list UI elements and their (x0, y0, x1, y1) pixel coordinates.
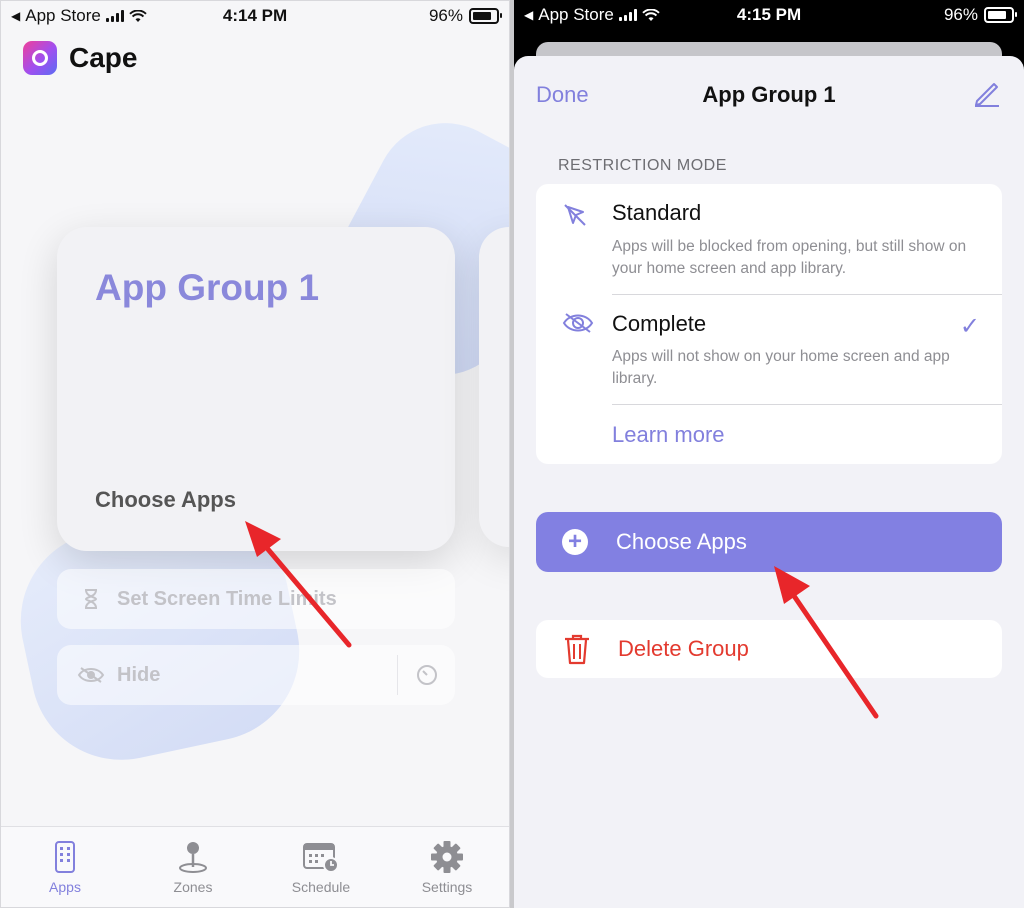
battery-percent: 96% (943, 5, 978, 24)
location-pin-icon (143, 835, 243, 879)
status-bar: ◀ App Store 4:14 PM 96% (1, 1, 509, 31)
learn-more-link[interactable]: Learn more (612, 422, 725, 448)
delete-group-label: Delete Group (618, 636, 749, 661)
tab-schedule-label: Schedule (291, 879, 351, 895)
tab-settings-label: Settings (421, 879, 473, 895)
cursor-slash-icon (562, 202, 588, 233)
card-title: App Group 1 (95, 267, 320, 308)
timer-icon[interactable] (415, 663, 439, 693)
sheet-title: App Group 1 (702, 82, 836, 107)
choose-apps-label: Choose Apps (616, 529, 747, 554)
next-group-card[interactable] (479, 227, 509, 547)
tab-apps[interactable]: Apps (15, 835, 115, 895)
set-screen-time-label: Set Screen Time Limits (117, 587, 337, 610)
choose-apps-link[interactable]: Choose Apps (95, 487, 236, 513)
mode-standard-description: Apps will be blocked from opening, but s… (612, 238, 967, 277)
status-right: 96% (428, 6, 502, 26)
mode-complete-title: Complete (612, 311, 707, 336)
phone-icon (15, 835, 115, 879)
cape-logo-icon (23, 41, 57, 75)
app-header: Cape (23, 41, 137, 75)
checkmark-icon: ✓ (959, 313, 980, 340)
battery-percent: 96% (428, 6, 463, 25)
mode-complete-row[interactable]: Complete Apps will not show on your home… (536, 295, 1002, 403)
battery-icon (984, 7, 1017, 23)
trash-icon (562, 633, 592, 665)
eye-slash-icon (562, 311, 594, 340)
tab-zones[interactable]: Zones (143, 835, 243, 895)
edit-pencil-icon[interactable] (972, 78, 1002, 113)
mode-standard-title: Standard (612, 200, 702, 225)
gear-icon (397, 835, 497, 879)
right-screen: ◀ App Store 4:15 PM 96% Done App Group 1… (514, 0, 1024, 908)
eye-slash-icon (73, 666, 109, 684)
tab-bar: Apps Zones Schedule Settings (1, 826, 509, 907)
separator (612, 404, 1002, 405)
status-right: 96% (943, 5, 1017, 25)
mode-complete-description: Apps will not show on your home screen a… (612, 348, 950, 387)
delete-group-button[interactable]: Delete Group (536, 620, 1002, 678)
app-group-card[interactable]: App Group 1 Choose Apps (57, 227, 455, 551)
hide-label: Hide (117, 663, 161, 686)
mode-standard-row[interactable]: Standard Apps will be blocked from openi… (536, 184, 1002, 294)
row-divider (397, 655, 398, 695)
restriction-mode-label: RESTRICTION MODE (558, 157, 727, 174)
choose-apps-button[interactable]: + Choose Apps (536, 512, 1002, 572)
group-settings-sheet: Done App Group 1 RESTRICTION MODE Standa… (514, 56, 1024, 908)
left-screen: ◀ App Store 4:14 PM 96% Cape App Group 1… (0, 0, 510, 908)
app-title: Cape (69, 42, 138, 73)
hide-row[interactable]: Hide (57, 645, 455, 705)
restriction-mode-list: Standard Apps will be blocked from openi… (536, 184, 1002, 464)
tab-apps-label: Apps (49, 879, 81, 895)
hourglass-icon (73, 589, 109, 609)
plus-circle-icon: + (562, 529, 588, 555)
tab-zones-label: Zones (173, 879, 213, 895)
tab-settings[interactable]: Settings (397, 835, 497, 895)
battery-icon (469, 8, 502, 24)
calendar-clock-icon (271, 835, 371, 879)
status-bar: ◀ App Store 4:15 PM 96% (514, 0, 1024, 30)
set-screen-time-limits-row[interactable]: Set Screen Time Limits (57, 569, 455, 629)
tab-schedule[interactable]: Schedule (271, 835, 371, 895)
